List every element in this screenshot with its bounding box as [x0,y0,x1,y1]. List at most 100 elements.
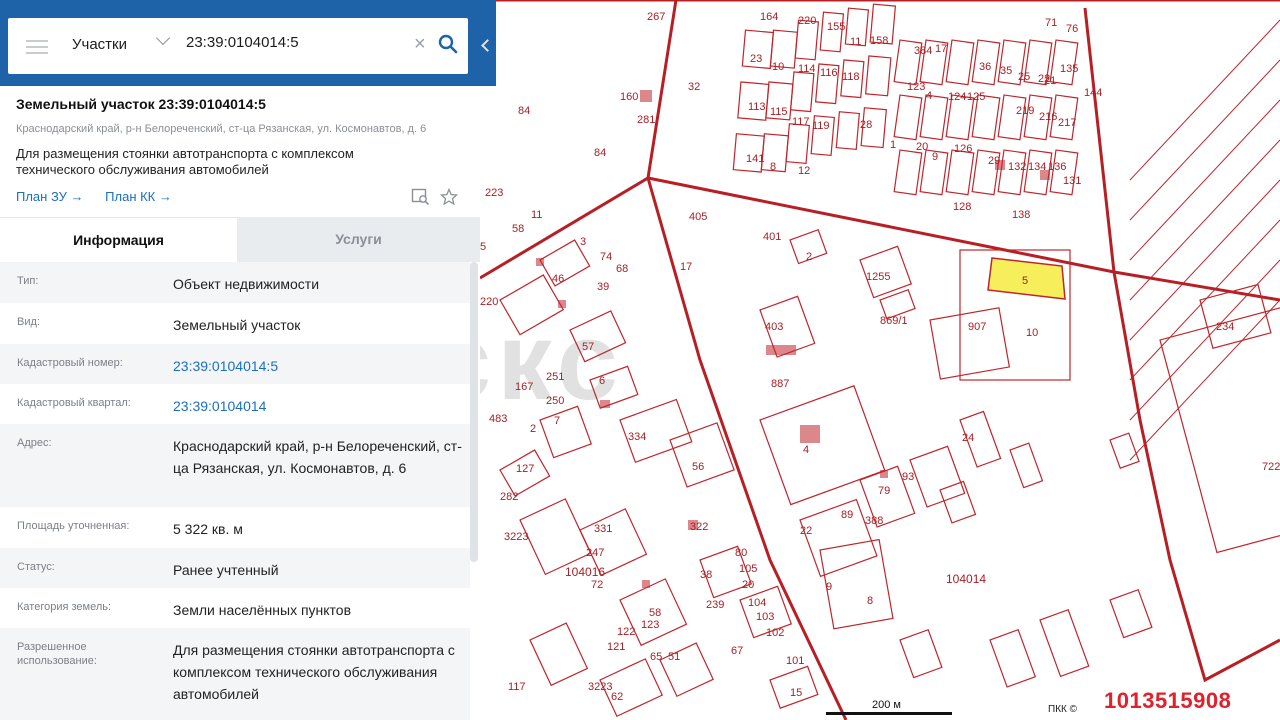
parcel-number-label: 4 [926,90,932,102]
parcel-number-label: 3 [580,236,586,248]
parcel-number-label: 331 [594,523,612,535]
parcel-number-label: 105 [739,563,757,575]
parcel-outline [1109,588,1153,639]
parcel-number-label: 123 [907,81,925,93]
parcel-number-label: 118 [842,71,860,83]
parcel-number-label: 25 [1018,71,1030,83]
parcel-number-label: 65 [650,651,662,663]
collapse-panel-button[interactable] [478,18,496,74]
parcel-number-label: 141 [746,153,764,165]
parcel-outline [789,71,815,113]
row-label: Вид: [17,316,40,328]
parcel-number-label: 46 [552,273,564,285]
parcel-number-label: 155 [827,21,845,33]
row-label: Разрешенное использование: [17,641,97,667]
row-value: Краснодарский край, р-н Белореченский, с… [173,438,462,476]
selected-parcel-label: 5 [1022,275,1028,287]
plan-kk-link[interactable]: План КК → [105,189,172,204]
parcel-number-label: 117 [508,681,526,693]
parcel-outline [864,55,892,97]
chevron-down-icon[interactable] [155,30,171,46]
parcel-number-label: 405 [689,211,707,223]
parcel-number-label: 1 [890,139,896,151]
street-line [1129,99,1280,261]
cadastral-number-link[interactable]: 23:39:0104014:5 [173,355,463,377]
row-cadastral-number: Кадастровый номер: 23:39:0104014:5 [0,344,470,384]
tab-bar: Информация Услуги [0,217,480,263]
parcel-number-label: 132 [1008,161,1026,173]
parcel-number-label: 102 [766,627,784,639]
parcel-outline [929,307,1011,380]
row-area: Площадь уточненная: 5 322 кв. м [0,507,470,548]
parcel-outline [989,628,1037,688]
tab-information[interactable]: Информация [0,217,237,263]
row-kind: Вид: Земельный участок [0,303,470,344]
listing-id: 1013515908 [1104,688,1232,713]
row-label: Статус: [17,561,55,573]
parcel-number-label: 164 [760,11,778,23]
clear-icon[interactable]: × [414,34,426,54]
parcel-number-label: 113 [748,101,766,113]
parcel-number-label: 281 [637,114,655,126]
parcel-outline [945,39,975,86]
parcel-number-label: 4 [803,444,809,456]
building [642,580,650,588]
parcel-number-label: 124 [948,91,966,103]
row-value: Земельный участок [173,317,301,333]
building [880,470,888,478]
parcel-number-label: 12 [798,165,810,177]
parcel-number-label: 67 [731,645,743,657]
parcel-number-label: 10 [772,61,784,73]
street-line [1129,19,1280,181]
parcel-outline [519,498,592,576]
street-line [1129,219,1280,381]
parcel-number-label: 84 [594,147,606,159]
parcel-outline [1009,442,1044,489]
parcel-number-label: 11 [850,36,861,48]
parcel-number-label: 58 [512,223,524,235]
parcel-number-label: 76 [1066,23,1078,35]
row-label: Адрес: [17,437,52,449]
row-label: Кадастровый квартал: [17,397,131,409]
parcel-number-label: 282 [500,491,518,503]
parcel-number-label: 403 [765,321,783,333]
parcel-number-label: 131 [1063,175,1081,187]
parcel-number-label: 24 [962,432,974,444]
search-icon[interactable] [438,34,458,54]
menu-icon[interactable] [26,37,48,55]
parcel-number-label: 121 [607,641,625,653]
parcel-purpose: Для размещения стоянки автотранспорта с … [16,146,354,177]
parcel-number-label: 22 [800,525,812,537]
parcel-outline [899,628,943,679]
object-type-select[interactable]: Участки [72,36,127,53]
zoom-to-object-icon[interactable] [411,188,431,206]
parcel-outline [893,94,923,141]
row-status: Статус: Ранее учтенный [0,548,470,588]
attribute-list: Тип: Объект недвижимости Вид: Земельный … [0,262,470,720]
building [640,90,652,102]
cadastral-quarter-link[interactable]: 23:39:0104014 [173,395,463,417]
parcel-number-label: 2 [806,251,812,263]
quarter-label: 104016 [565,565,605,579]
quarter-boundary [646,0,678,179]
panel-scrollbar[interactable] [470,262,478,562]
parcel-number-label: 247 [586,547,604,559]
favorite-star-icon[interactable] [440,188,458,206]
parcel-number-label: 71 [1045,17,1057,29]
parcel-outline [785,123,810,165]
row-label: Категория земель: [17,601,112,613]
parcel-number-label: 3223 [504,531,528,543]
parcel-outline [1109,432,1140,469]
parcel-number-label: 8 [867,595,873,607]
parcel-number-label: 126 [954,143,972,155]
parcel-number-label: 72 [591,579,603,591]
search-input[interactable] [184,33,408,52]
row-value: Земли населённых пунктов [173,602,352,618]
parcel-number-label: 9 [932,151,938,163]
plan-zu-link[interactable]: План ЗУ → [16,189,84,204]
parcel-number-label: 10 [1026,327,1038,339]
tab-services[interactable]: Услуги [237,217,480,262]
parcel-number-label: 217 [1058,117,1076,129]
parcel-number-label: 887 [771,378,789,390]
parcel-title: Земельный участок 23:39:0104014:5 [16,96,266,112]
